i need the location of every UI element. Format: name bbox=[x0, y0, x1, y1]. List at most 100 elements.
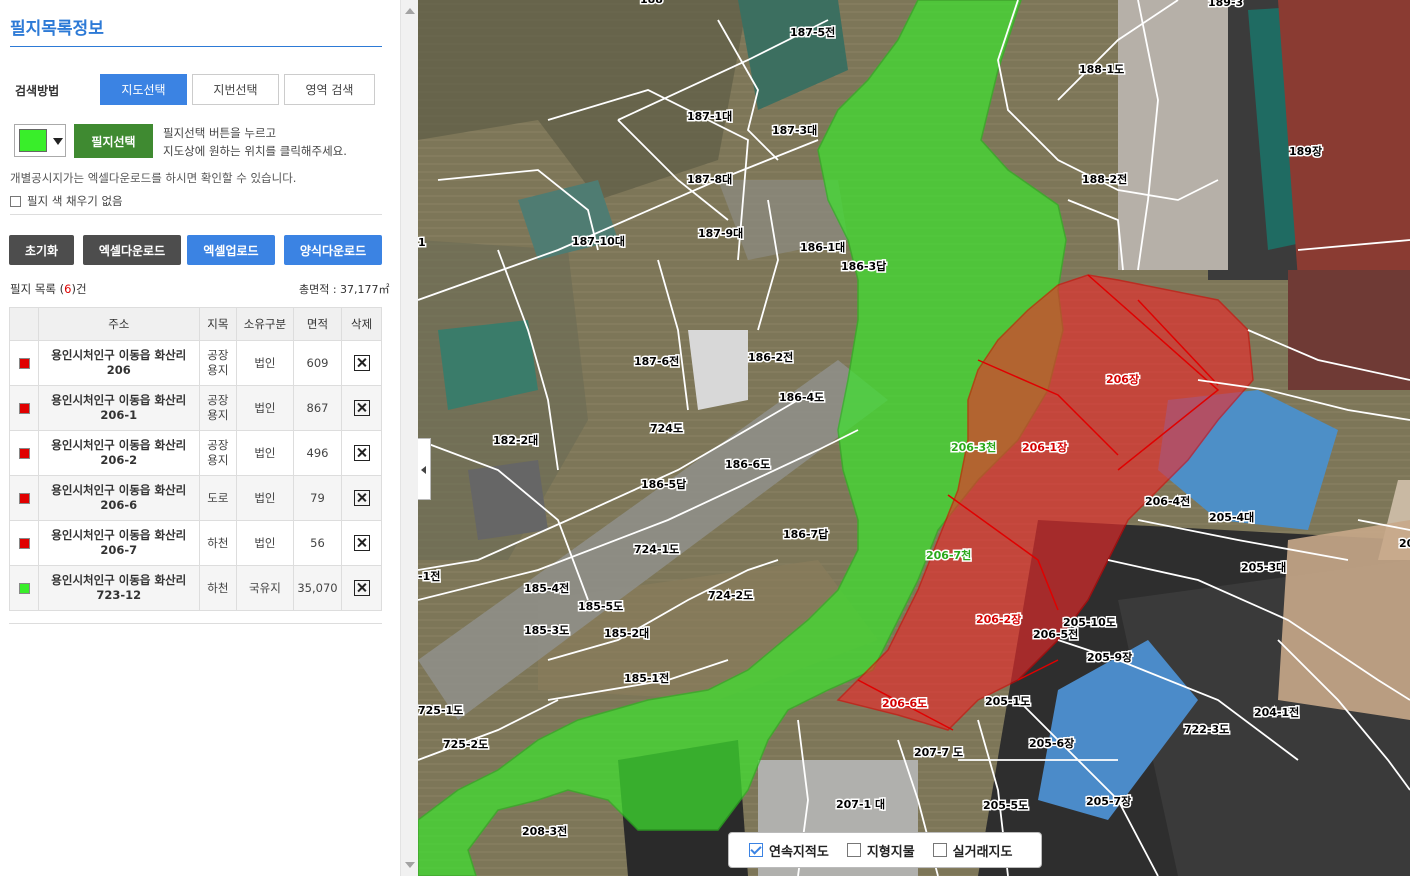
delete-icon[interactable] bbox=[353, 400, 370, 416]
parcel-label: 187-1대 bbox=[687, 109, 732, 123]
list-label-prefix: 필지 목록 ( bbox=[10, 282, 65, 296]
parcel-select-button[interactable]: 필지선택 bbox=[74, 124, 153, 158]
row-address: 용인시처인구 이동읍 화산리 206-7 bbox=[38, 520, 200, 566]
title-divider bbox=[10, 46, 382, 47]
color-swatch bbox=[19, 129, 47, 152]
parcel-label: 206-4전 bbox=[1145, 494, 1190, 508]
header-delete: 삭제 bbox=[341, 307, 382, 341]
parcel-label: 206-1장 bbox=[1022, 440, 1067, 454]
layer-terrain-label: 지형지물 bbox=[866, 844, 915, 860]
parcel-label: 208-3전 bbox=[522, 824, 567, 838]
row-color-cell bbox=[8, 430, 40, 476]
table-row: 용인시처인구 이동읍 화산리 206 공장 용지 법인 609 bbox=[8, 340, 382, 386]
parcel-label: 187-5전 bbox=[790, 25, 835, 39]
row-color-cell bbox=[8, 340, 40, 386]
parcel-label: 205-6장 bbox=[1029, 736, 1074, 750]
address-line-2: 206-2 bbox=[100, 453, 138, 467]
row-delete-cell bbox=[341, 340, 382, 386]
checkbox-icon[interactable] bbox=[846, 843, 861, 857]
no-fill-checkbox[interactable] bbox=[10, 195, 21, 207]
scroll-up-icon[interactable] bbox=[405, 8, 415, 14]
row-area: 867 bbox=[292, 385, 343, 431]
row-ownership: 법인 bbox=[236, 385, 294, 431]
delete-icon[interactable] bbox=[353, 535, 370, 551]
row-delete-cell bbox=[341, 565, 382, 611]
parcel-label: 189-3 bbox=[1208, 0, 1243, 9]
header-ownership: 소유구분 bbox=[236, 307, 294, 341]
row-color-cell bbox=[8, 520, 40, 566]
parcel-label: 188-2전 bbox=[1082, 172, 1127, 186]
row-address: 용인시처인구 이동읍 화산리 206-1 bbox=[38, 385, 200, 431]
layer-terrain[interactable]: 지형지물 bbox=[846, 841, 915, 860]
search-method-label: 검색방법 bbox=[15, 84, 60, 98]
list-bottom-divider bbox=[9, 623, 382, 624]
tab-lot-number-select[interactable]: 지번선택 bbox=[192, 74, 279, 105]
row-ownership: 법인 bbox=[236, 340, 294, 386]
row-address: 용인시처인구 이동읍 화산리 723-12 bbox=[38, 565, 200, 611]
parcel-label: 189장 bbox=[1289, 144, 1322, 158]
no-fill-option[interactable]: 필지 색 채우기 없음 bbox=[10, 193, 123, 209]
checkbox-checked-icon[interactable] bbox=[749, 843, 763, 857]
table-row: 용인시처인구 이동읍 화산리 206-1 공장 용지 법인 867 bbox=[8, 385, 382, 431]
parcel-label: 205-5도 bbox=[983, 799, 1028, 812]
chevron-down-icon bbox=[53, 138, 63, 145]
panel-scrollbar[interactable] bbox=[400, 0, 419, 876]
row-area: 609 bbox=[292, 340, 343, 386]
scroll-down-icon[interactable] bbox=[405, 862, 415, 868]
layer-cadastral[interactable]: 연속지적도 bbox=[749, 841, 829, 860]
address-line-1: 용인시처인구 이동읍 화산리 bbox=[51, 348, 187, 362]
row-area: 496 bbox=[292, 430, 343, 476]
address-line-1: 용인시처인구 이동읍 화산리 bbox=[51, 528, 187, 542]
excel-download-button[interactable]: 엑셀다운로드 bbox=[83, 235, 181, 265]
parcel-color-swatch bbox=[18, 583, 30, 594]
address-line-2: 206-1 bbox=[100, 408, 138, 422]
tab-area-search[interactable]: 영역 검색 bbox=[284, 74, 375, 105]
parcel-label: 205-7장 bbox=[1086, 794, 1131, 808]
address-line-2: 206-7 bbox=[100, 543, 138, 557]
row-land-type: 하천 bbox=[198, 565, 238, 611]
panel-collapse-button[interactable] bbox=[418, 438, 431, 500]
parcel-label: 186-6도 bbox=[725, 458, 770, 471]
map-view[interactable]: 187-5전 188-1도 187-1대 187-3대 189장 187-8대 188-2전… bbox=[418, 0, 1410, 876]
parcel-label: 188-1도 bbox=[1079, 63, 1124, 76]
excel-upload-button[interactable]: 엑셀업로드 bbox=[187, 235, 275, 265]
parcel-label: 206-3천 bbox=[951, 440, 996, 454]
row-land-type: 도로 bbox=[198, 475, 238, 521]
address-line-1: 용인시처인구 이동읍 화산리 bbox=[51, 393, 187, 407]
parcel-label: 186-2전 bbox=[748, 350, 793, 364]
parcel-label: 182-2대 bbox=[493, 433, 538, 447]
parcel-list-count: 필지 목록 (6)건 bbox=[10, 281, 87, 297]
row-color-cell bbox=[8, 565, 40, 611]
color-picker[interactable] bbox=[14, 124, 66, 157]
cadastral-map[interactable]: 187-5전 188-1도 187-1대 187-3대 189장 187-8대 188-2전… bbox=[418, 0, 1410, 876]
checkbox-icon[interactable] bbox=[932, 843, 947, 857]
table-row: 용인시처인구 이동읍 화산리 723-12 하천 국유지 35,070 bbox=[8, 565, 382, 611]
parcel-label: 185-1전 bbox=[624, 671, 669, 685]
parcel-label: 187-3대 bbox=[772, 123, 817, 137]
parcel-label: 185-3도 bbox=[524, 624, 569, 637]
row-ownership: 국유지 bbox=[236, 565, 294, 611]
delete-icon[interactable] bbox=[353, 580, 370, 596]
table-row: 용인시처인구 이동읍 화산리 206-7 하천 법인 56 bbox=[8, 520, 382, 566]
table-row: 용인시처인구 이동읍 화산리 206-2 공장 용지 법인 496 bbox=[8, 430, 382, 476]
layer-transaction[interactable]: 실거래지도 bbox=[932, 841, 1012, 860]
address-line-2: 206 bbox=[106, 363, 131, 377]
tab-map-select[interactable]: 지도선택 bbox=[100, 74, 187, 105]
row-address: 용인시처인구 이동읍 화산리 206 bbox=[38, 340, 200, 386]
parcel-label: 185-2대 bbox=[604, 626, 649, 640]
delete-icon[interactable] bbox=[353, 355, 370, 371]
address-line-1: 용인시처인구 이동읍 화산리 bbox=[51, 573, 187, 587]
form-download-button[interactable]: 양식다운로드 bbox=[284, 235, 382, 265]
parcel-label: 186-3답 bbox=[841, 259, 886, 273]
parcel-label: 722-3도 bbox=[1184, 723, 1229, 736]
delete-icon[interactable] bbox=[353, 445, 370, 461]
layer-cadastral-label: 연속지적도 bbox=[769, 844, 829, 860]
delete-icon[interactable] bbox=[353, 490, 370, 506]
address-line-1: 용인시처인구 이동읍 화산리 bbox=[51, 438, 187, 452]
row-delete-cell bbox=[341, 385, 382, 431]
address-line-2: 206-6 bbox=[100, 498, 138, 512]
parcel-color-swatch bbox=[18, 358, 30, 369]
reset-button[interactable]: 초기화 bbox=[9, 235, 74, 265]
parcel-label: 187-9대 bbox=[698, 226, 743, 240]
row-ownership: 법인 bbox=[236, 475, 294, 521]
